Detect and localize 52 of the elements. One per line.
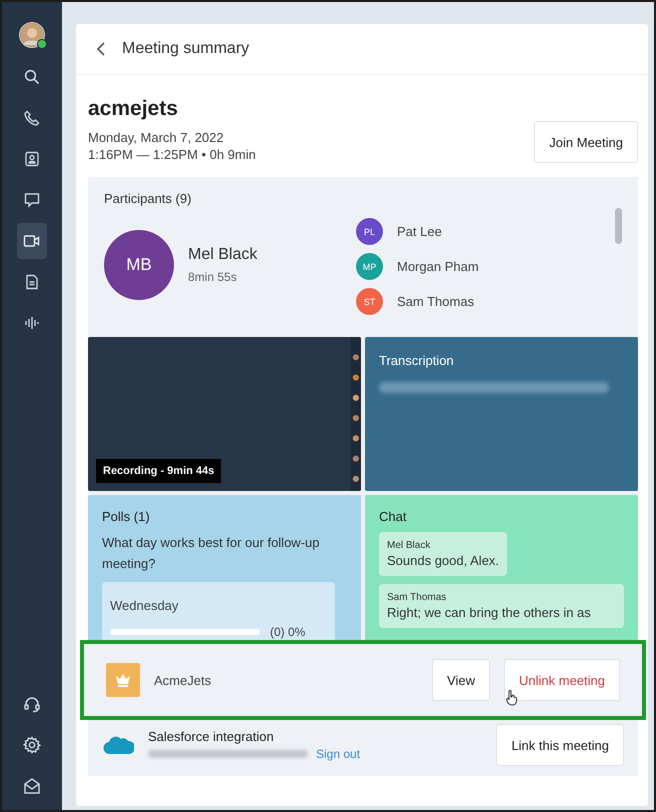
chat-heading: Chat xyxy=(379,509,406,524)
settings-icon xyxy=(23,736,41,754)
sound-wave-icon xyxy=(24,315,40,331)
headset-icon xyxy=(23,695,41,713)
participant-name: Sam Thomas xyxy=(397,294,474,309)
host-duration: 8min 55s xyxy=(188,270,238,284)
recording-tile[interactable]: Recording - 9min 44s xyxy=(88,337,361,491)
integration-name: Salesforce integration xyxy=(148,729,275,744)
message-sender: Sam Thomas xyxy=(387,592,448,603)
contact-card-icon xyxy=(24,151,40,167)
page-title: Meeting summary xyxy=(122,40,250,58)
participants-heading: Participants (9) xyxy=(104,191,192,206)
meeting-time: 1:16PM — 1:25PM • 0h 9min xyxy=(88,146,256,163)
action-button[interactable]: Link this meeting xyxy=(496,724,624,766)
host-name: Mel Black xyxy=(188,246,258,264)
integration-name: AcmeJets xyxy=(154,672,212,688)
search-icon xyxy=(24,69,40,85)
chat-tile[interactable]: Chat Mel Black Sounds good, Alex. Sam Thomas Right; we can bring the others in as xyxy=(365,495,638,643)
chevron-left-icon xyxy=(96,42,106,56)
polls-tile[interactable]: Polls (1) What day works best for our follow-up meeting? Wednesday (0) 0% xyxy=(88,495,361,643)
participant-name: Pat Lee xyxy=(397,224,442,239)
user-avatar[interactable] xyxy=(19,22,45,48)
scrollbar[interactable] xyxy=(615,208,622,244)
participant-avatar: PL xyxy=(356,218,383,245)
poll-result: (0) 0% xyxy=(270,625,306,639)
poll-question: What day works best for our follow-up meeting? xyxy=(102,534,320,573)
nav-item[interactable] xyxy=(17,223,47,259)
unlink-button[interactable]: Unlink meeting xyxy=(504,659,620,701)
open-envelope-icon xyxy=(23,777,41,795)
document-icon xyxy=(24,274,40,290)
hand-cursor-icon xyxy=(506,690,518,706)
polls-heading: Polls (1) xyxy=(102,509,151,524)
crown-icon xyxy=(106,663,140,697)
phone-icon xyxy=(24,110,40,126)
cloud-icon xyxy=(102,734,134,756)
action-button[interactable]: View xyxy=(432,659,490,701)
transcription-heading: Transcription xyxy=(379,353,455,368)
message-sender: Mel Black xyxy=(387,540,432,551)
join-meeting-button[interactable]: Join Meeting xyxy=(534,121,638,163)
chat-bubble-icon xyxy=(24,192,40,208)
participant-avatar: ST xyxy=(356,288,383,315)
transcription-tile[interactable]: Transcription xyxy=(365,337,638,491)
host-avatar: MB xyxy=(104,230,174,300)
meeting-title: acmejets xyxy=(88,97,179,121)
message-text: Right; we can bring the others in as xyxy=(387,605,592,620)
message-text: Sounds good, Alex. xyxy=(387,553,500,568)
poll-option-label: Wednesday xyxy=(110,598,180,613)
meeting-date: Monday, March 7, 2022 xyxy=(88,129,225,146)
participant-avatar: MP xyxy=(356,253,383,280)
participant-name: Morgan Pham xyxy=(397,259,479,274)
recording-duration-label: Recording - 9min 44s xyxy=(96,459,222,483)
video-camera-icon xyxy=(23,233,41,249)
